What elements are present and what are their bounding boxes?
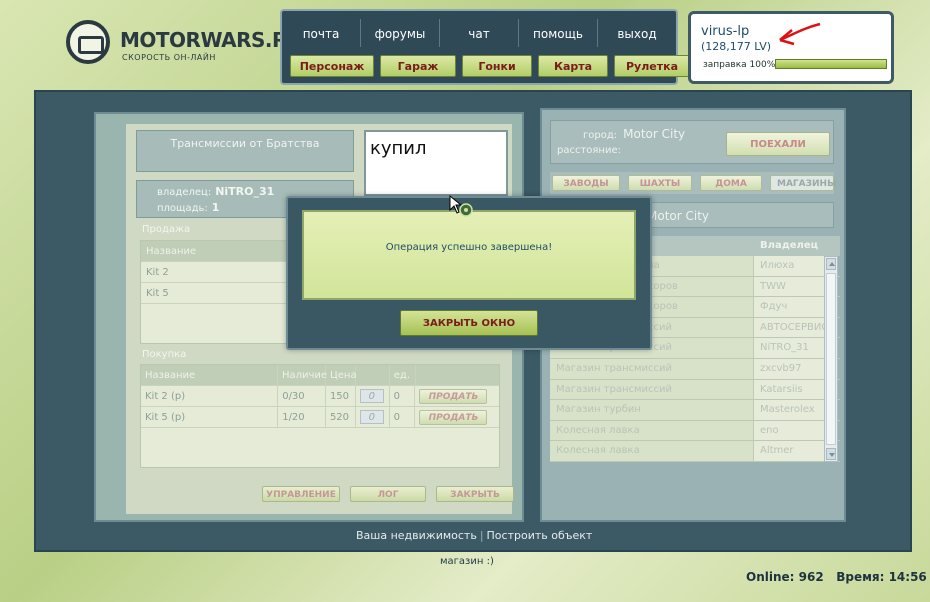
buy-item-unit: 0 xyxy=(390,407,416,427)
city-value: Motor City xyxy=(623,127,686,141)
scroll-thumb[interactable] xyxy=(826,273,836,445)
nav-link-exit[interactable]: выход xyxy=(598,19,676,47)
list-item[interactable]: Колесная лавка Altmer xyxy=(550,441,840,462)
list-item[interactable]: Колесная лавка eno xyxy=(550,420,840,442)
tab-shops[interactable]: МАГАЗИНЫ xyxy=(770,175,836,191)
main-menu: Персонаж Гараж Гонки Карта Рулетка xyxy=(290,55,690,77)
buy-section-label: Покупка xyxy=(142,349,187,360)
nav-link-mail[interactable]: почта xyxy=(282,19,361,47)
list-item[interactable]: Магазин трансмиссий Katarsiis xyxy=(550,379,840,401)
go-button[interactable]: ПОЕХАЛИ xyxy=(726,132,830,156)
sell-button[interactable]: ПРОДАТЬ xyxy=(419,389,488,404)
shops-scrollbar[interactable] xyxy=(824,256,838,462)
menu-button-roulette[interactable]: Рулетка xyxy=(614,55,690,77)
my-property-link[interactable]: Ваша недвижимость xyxy=(356,529,477,542)
scroll-down-icon[interactable] xyxy=(826,448,836,460)
user-name[interactable]: virus-lp xyxy=(701,24,749,39)
buy-item-price: 150 xyxy=(326,386,356,406)
dialog-body: Операция успешно завершена! xyxy=(302,210,636,300)
note-box: купил xyxy=(364,130,508,196)
nav-link-help[interactable]: помощь xyxy=(519,19,598,47)
buy-table-header: Название Наличие Цена ед. xyxy=(141,365,499,386)
col-stock: Наличие xyxy=(278,365,327,385)
build-object-link[interactable]: Построить объект xyxy=(487,529,593,542)
quantity-input[interactable]: 0 xyxy=(359,389,384,403)
user-level: (128,177 LV) xyxy=(701,40,772,53)
sell-button[interactable]: ПРОДАТЬ xyxy=(419,410,488,425)
refill-label: заправка 100% xyxy=(703,60,776,70)
buy-item-unit: 0 xyxy=(390,386,416,406)
tab-factories[interactable]: ЗАВОДЫ xyxy=(552,175,620,191)
owner-label: владелец: xyxy=(157,187,212,198)
quantity-input[interactable]: 0 xyxy=(359,410,384,424)
online-status: Online: 962 Время: 14:56 xyxy=(746,570,927,584)
manage-button[interactable]: УПРАВЛЕНИЕ xyxy=(262,486,340,502)
nav-link-forums[interactable]: форумы xyxy=(361,19,440,47)
refill-progress-bar xyxy=(775,59,887,69)
site-logo-icon[interactable] xyxy=(66,20,110,64)
buy-table: Название Наличие Цена ед. Kit 2 (р) 0/30… xyxy=(140,364,500,468)
bottom-links: Ваша недвижимость | Построить объект xyxy=(356,529,592,542)
log-button[interactable]: ЛОГ xyxy=(350,486,426,502)
col-action xyxy=(416,365,499,385)
site-logo-text[interactable]: MOTORWARS.RU xyxy=(120,28,303,52)
buy-item-name: Kit 5 (р) xyxy=(141,407,279,427)
link-separator: | xyxy=(479,529,484,542)
top-links: почта форумы чат помощь выход xyxy=(282,19,676,47)
col-name: Название xyxy=(141,365,278,385)
buy-item-stock: 0/30 xyxy=(278,386,326,406)
area-value: 1 xyxy=(211,201,220,214)
caption-text: магазин :) xyxy=(440,556,494,567)
distance-label: расстояние: xyxy=(557,145,621,156)
property-title: Трансмиссии от Братства xyxy=(136,130,354,172)
menu-button-races[interactable]: Гонки xyxy=(462,55,532,77)
tab-mines[interactable]: ШАХТЫ xyxy=(628,175,692,191)
menu-button-map[interactable]: Карта xyxy=(538,55,608,77)
buy-item-name: Kit 2 (р) xyxy=(141,386,279,406)
list-item[interactable]: Магазин трансмиссий zxcvb97 xyxy=(550,358,840,380)
owner-value[interactable]: NiTRO_31 xyxy=(215,185,274,198)
buy-item-stock: 1/20 xyxy=(278,407,326,427)
col-unit: ед. xyxy=(390,365,416,385)
menu-button-garage[interactable]: Гараж xyxy=(380,55,456,77)
buy-item-price: 520 xyxy=(326,407,356,427)
col-qty xyxy=(356,365,390,385)
tab-houses[interactable]: ДОМА xyxy=(700,175,762,191)
close-property-button[interactable]: ЗАКРЫТЬ xyxy=(436,486,514,502)
menu-button-character[interactable]: Персонаж xyxy=(290,55,374,77)
nav-link-chat[interactable]: чат xyxy=(440,19,519,47)
table-row: Kit 5 (р) 1/20 520 0 0 ПРОДАТЬ xyxy=(141,407,499,428)
list-item[interactable]: Магазин турбин Masterolex xyxy=(550,400,840,421)
scroll-up-icon[interactable] xyxy=(826,258,836,270)
red-arrow-annotation-icon xyxy=(779,22,821,46)
top-navigation: почта форумы чат помощь выход Персонаж Г… xyxy=(280,9,690,85)
dialog-message: Операция успешно завершена! xyxy=(385,242,553,253)
owner-column-header: Владелец xyxy=(760,240,819,251)
mouse-cursor-icon xyxy=(449,194,473,217)
close-dialog-button[interactable]: ЗАКРЫТЬ ОКНО xyxy=(400,310,538,336)
area-label: площадь: xyxy=(157,203,208,214)
table-row: Kit 2 (р) 0/30 150 0 0 ПРОДАТЬ xyxy=(141,386,499,407)
sale-section-label: Продажа xyxy=(142,224,191,235)
site-tagline: СКОРОСТЬ ОН-ЛАЙН xyxy=(122,53,216,62)
city-label: город: xyxy=(583,130,618,141)
category-tabs: ЗАВОДЫ ШАХТЫ ДОМА МАГАЗИНЫ xyxy=(550,172,836,194)
note-text: купил xyxy=(370,138,427,159)
col-price: Цена xyxy=(326,365,357,385)
